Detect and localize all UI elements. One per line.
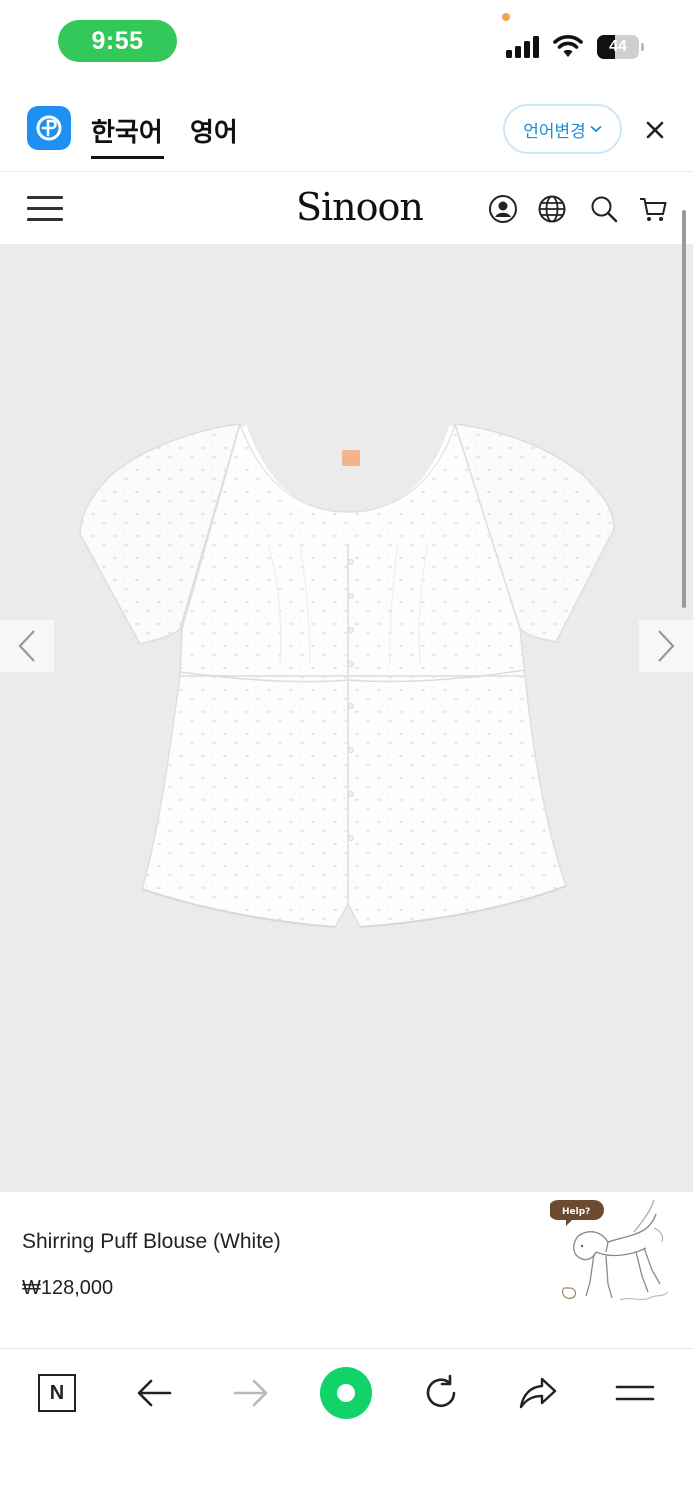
chevron-down-icon (590, 125, 602, 133)
site-logo[interactable]: Sinoon (296, 184, 424, 230)
naver-home-icon: N (38, 1374, 76, 1412)
site-header: Sinoon (0, 172, 693, 244)
product-price: ₩128,000 (22, 1277, 114, 1299)
naver-home-button[interactable]: N (35, 1371, 79, 1415)
product-image-carousel[interactable] (0, 244, 693, 1192)
help-chat-widget[interactable]: Help? (548, 1192, 680, 1316)
tab-english[interactable]: 영어 (190, 112, 238, 149)
chevron-right-icon (658, 630, 675, 662)
green-dot-button[interactable] (320, 1367, 372, 1419)
account-icon[interactable] (488, 194, 518, 224)
share-button[interactable] (516, 1371, 560, 1415)
status-time: 9:55 (58, 20, 177, 62)
back-icon (137, 1379, 172, 1407)
papago-translate-icon (27, 106, 71, 150)
language-change-button[interactable]: 언어변경 (503, 104, 622, 154)
close-icon[interactable] (643, 118, 667, 142)
pony-illustration-icon: Help? (548, 1199, 669, 1301)
forward-icon (233, 1379, 268, 1407)
green-dot-icon (320, 1367, 372, 1419)
active-tab-indicator (91, 156, 164, 159)
share-icon (519, 1377, 557, 1409)
language-change-label: 언어변경 (523, 121, 586, 142)
globe-icon[interactable] (537, 194, 567, 224)
chevron-left-icon (18, 630, 35, 662)
wifi-icon (553, 35, 583, 57)
tab-korean[interactable]: 한국어 (91, 112, 163, 149)
back-button[interactable] (132, 1371, 176, 1415)
battery-icon: 44 (597, 35, 645, 59)
browser-toolbar: N (0, 1348, 693, 1500)
carousel-prev-button[interactable] (0, 620, 54, 672)
privacy-indicator-dot (502, 13, 510, 21)
cellular-signal-icon (506, 36, 542, 58)
product-name: Shirring Puff Blouse (White) (22, 1230, 281, 1253)
battery-level: 44 (609, 38, 627, 55)
search-icon[interactable] (589, 194, 619, 224)
product-photo-blouse (79, 421, 615, 928)
reload-button[interactable] (419, 1371, 463, 1415)
cart-icon[interactable] (638, 194, 668, 224)
forward-button[interactable] (229, 1371, 273, 1415)
product-info: Shirring Puff Blouse (White) ₩128,000 He… (0, 1192, 693, 1348)
browser-menu-button[interactable] (613, 1371, 657, 1415)
menu-icon[interactable] (27, 196, 63, 222)
carousel-next-button[interactable] (639, 620, 693, 672)
status-bar: 9:55 44 (0, 0, 693, 84)
help-bubble-text: Help? (562, 1207, 590, 1217)
translation-bar: 한국어 영어 언어변경 (0, 84, 693, 172)
page-scrollbar[interactable] (682, 210, 686, 608)
reload-icon (426, 1374, 456, 1408)
menu-icon (615, 1385, 655, 1401)
